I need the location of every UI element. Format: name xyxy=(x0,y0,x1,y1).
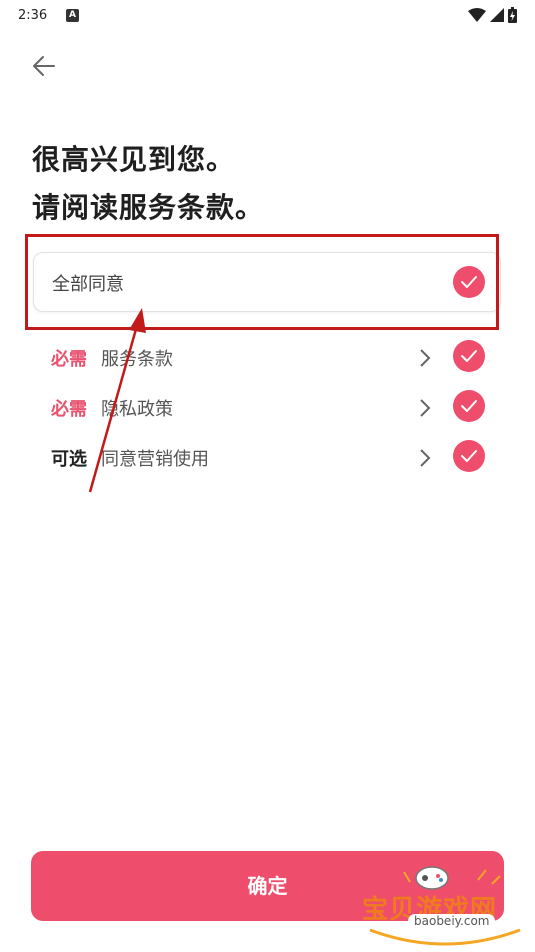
back-arrow-icon xyxy=(33,56,55,76)
term-label: 同意营销使用 xyxy=(101,449,209,470)
term-checkbox[interactable] xyxy=(453,340,485,372)
status-icons xyxy=(468,7,517,23)
term-checkbox[interactable] xyxy=(453,440,485,472)
battery-icon xyxy=(508,7,517,23)
term-label: 服务条款 xyxy=(101,349,173,370)
check-icon xyxy=(461,400,477,412)
status-time: 2:36 xyxy=(18,8,48,23)
term-checkbox[interactable] xyxy=(453,390,485,422)
wifi-icon xyxy=(468,8,486,22)
page-title-line1: 很高兴见到您。 xyxy=(32,143,236,176)
watermark-gamepad-icon xyxy=(415,866,449,890)
required-tag: 必需 xyxy=(51,399,87,420)
term-item-marketing[interactable]: 可选 同意营销使用 xyxy=(33,436,493,476)
check-icon xyxy=(461,450,477,462)
term-item-service[interactable]: 必需 服务条款 xyxy=(33,336,493,376)
check-icon xyxy=(461,350,477,362)
term-label: 隐私政策 xyxy=(101,399,173,420)
annotation-highlight-box xyxy=(25,234,499,330)
page-title-line2: 请阅读服务条款。 xyxy=(32,191,265,224)
watermark-url: baobeiy.com xyxy=(408,914,496,928)
chevron-right-icon[interactable] xyxy=(419,448,431,468)
term-item-privacy[interactable]: 必需 隐私政策 xyxy=(33,386,493,426)
chevron-right-icon[interactable] xyxy=(419,398,431,418)
signal-icon xyxy=(490,8,504,22)
chevron-right-icon[interactable] xyxy=(419,348,431,368)
back-button[interactable] xyxy=(28,50,60,82)
notification-app-icon: A xyxy=(66,9,79,22)
optional-tag: 可选 xyxy=(51,449,87,470)
required-tag: 必需 xyxy=(51,349,87,370)
